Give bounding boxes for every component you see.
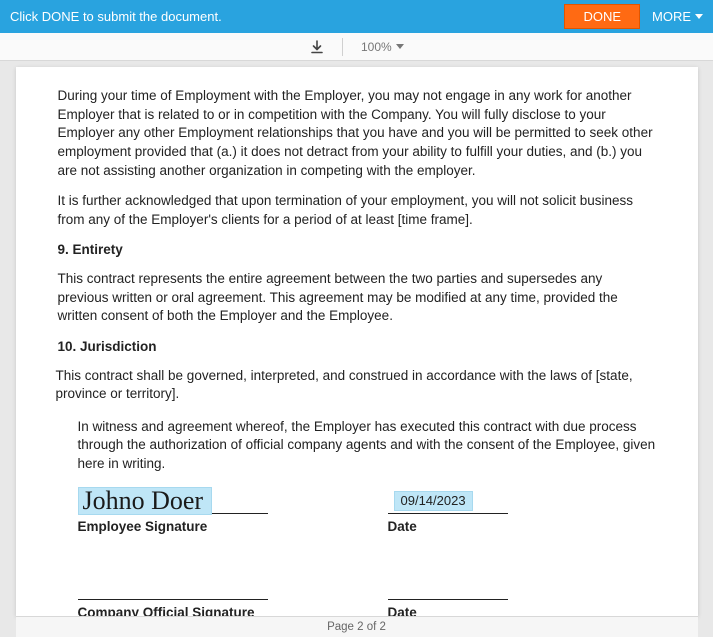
- toolbar-separator: [342, 38, 343, 56]
- employee-date-field[interactable]: 09/14/2023: [388, 484, 508, 514]
- zoom-dropdown[interactable]: 100%: [361, 40, 404, 54]
- chevron-down-icon: [695, 14, 703, 19]
- section-heading-entirety: 9. Entirety: [58, 241, 656, 260]
- zoom-value: 100%: [361, 40, 392, 54]
- company-date-field[interactable]: [388, 570, 508, 600]
- date-value: 09/14/2023: [394, 491, 473, 511]
- paragraph: During your time of Employment with the …: [58, 87, 656, 180]
- instruction-text: Click DONE to submit the document.: [10, 9, 564, 24]
- signature-value: Johno Doer: [78, 487, 213, 515]
- page-footer: Page 2 of 2: [16, 616, 698, 637]
- document-toolbar: 100%: [0, 33, 713, 61]
- section-heading-jurisdiction: 10. Jurisdiction: [58, 338, 656, 357]
- employee-signature-label: Employee Signature: [78, 518, 388, 537]
- page-indicator: Page 2 of 2: [327, 621, 386, 633]
- document-viewport: During your time of Employment with the …: [0, 61, 713, 637]
- paragraph: This contract shall be governed, interpr…: [56, 367, 656, 404]
- company-signature-label: Company Official Signature: [78, 604, 388, 616]
- paragraph: This contract represents the entire agre…: [58, 270, 656, 326]
- chevron-down-icon: [396, 44, 404, 49]
- signature-row-employee: Johno Doer Employee Signature 09/14/2023…: [58, 484, 656, 537]
- download-icon[interactable]: [310, 40, 324, 54]
- document-page: During your time of Employment with the …: [16, 67, 698, 616]
- done-button[interactable]: DONE: [564, 4, 640, 29]
- date-label: Date: [388, 604, 656, 616]
- paragraph: It is further acknowledged that upon ter…: [58, 192, 656, 229]
- more-menu[interactable]: MORE: [652, 9, 703, 24]
- witness-paragraph: In witness and agreement whereof, the Em…: [58, 418, 656, 474]
- company-signature-field[interactable]: [78, 570, 268, 600]
- date-label: Date: [388, 518, 656, 537]
- more-label: MORE: [652, 9, 691, 24]
- signature-row-company: Company Official Signature Date: [58, 570, 656, 616]
- notification-bar: Click DONE to submit the document. DONE …: [0, 0, 713, 33]
- employee-signature-field[interactable]: Johno Doer: [78, 484, 268, 514]
